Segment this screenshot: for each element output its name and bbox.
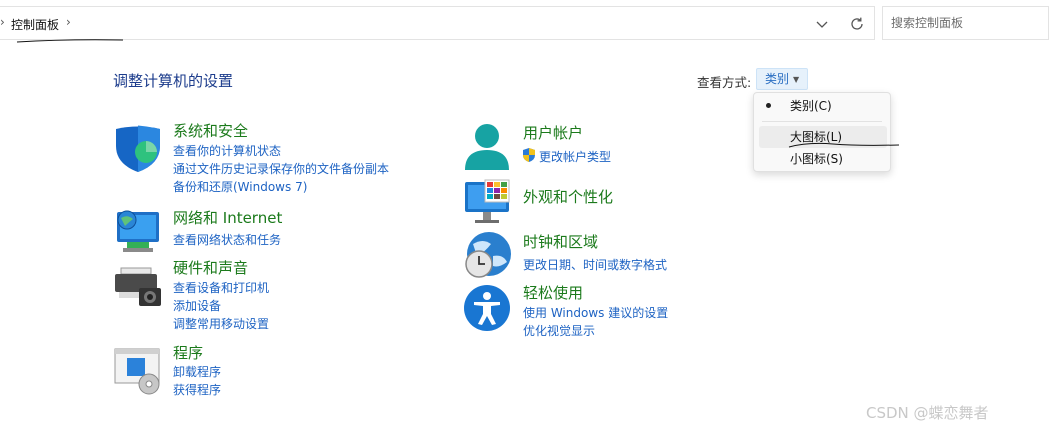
category-clock-region: 时钟和区域 更改日期、时间或数字格式	[463, 230, 783, 280]
refresh-icon[interactable]	[848, 15, 866, 33]
link-optimize-visual-display[interactable]: 优化视觉显示	[523, 322, 595, 339]
link-windows-recommended-settings[interactable]: 使用 Windows 建议的设置	[523, 304, 668, 321]
category-network-internet: 网络和 Internet 查看网络状态和任务	[113, 208, 433, 258]
link-network-status[interactable]: 查看网络状态和任务	[173, 231, 281, 248]
user-icon[interactable]	[463, 122, 513, 172]
category-user-accounts: 用户帐户 更改帐户类型	[463, 122, 783, 172]
page-title: 调整计算机的设置	[113, 72, 234, 90]
printer-camera-icon[interactable]	[113, 262, 163, 312]
uac-shield-icon	[523, 148, 535, 162]
watermark: CSDN @蝶恋舞者	[866, 404, 989, 422]
monitor-palette-icon[interactable]	[463, 178, 513, 228]
category-system-security: 系统和安全 查看你的计算机状态 通过文件历史记录保存你的文件备份副本 备份和还原…	[113, 122, 433, 195]
category-title[interactable]: 网络和 Internet	[173, 207, 282, 228]
breadcrumb-control-panel[interactable]: 控制面板	[11, 16, 59, 33]
chevron-down-icon[interactable]	[814, 16, 830, 32]
category-appearance: 外观和个性化	[463, 178, 783, 223]
category-title[interactable]: 时钟和区域	[523, 231, 598, 252]
link-get-programs[interactable]: 获得程序	[173, 381, 221, 398]
link-devices-printers[interactable]: 查看设备和打印机	[173, 279, 269, 296]
link-add-device[interactable]: 添加设备	[173, 297, 221, 314]
category-ease-of-access: 轻松使用 使用 Windows 建议的设置 优化视觉显示	[463, 284, 783, 340]
link-change-account-type[interactable]: 更改帐户类型	[539, 148, 611, 165]
category-title[interactable]: 硬件和声音	[173, 257, 248, 278]
accessibility-icon[interactable]	[463, 284, 513, 334]
shield-icon[interactable]	[113, 124, 163, 174]
search-box[interactable]	[882, 6, 1049, 40]
category-title[interactable]: 外观和个性化	[523, 186, 613, 207]
breadcrumb-expand-icon[interactable]: ›	[0, 15, 5, 29]
category-programs: 程序 卸载程序 获得程序	[113, 344, 433, 398]
link-mobility-settings[interactable]: 调整常用移动设置	[173, 315, 269, 332]
view-by-dropdown[interactable]: 类别 ▼	[756, 68, 809, 90]
category-title[interactable]: 用户帐户	[523, 122, 583, 143]
category-title[interactable]: 轻松使用	[523, 282, 583, 303]
link-backup-restore[interactable]: 备份和还原(Windows 7)	[173, 178, 307, 195]
view-by-value: 类别	[765, 72, 790, 86]
programs-icon[interactable]	[113, 346, 163, 396]
view-by-label: 查看方式:	[697, 75, 752, 90]
link-view-computer-status[interactable]: 查看你的计算机状态	[173, 142, 281, 159]
link-uninstall-program[interactable]: 卸载程序	[173, 363, 221, 380]
pen-underline-mark	[788, 142, 900, 148]
menu-item-category[interactable]: 类别(C)	[754, 95, 890, 117]
breadcrumb-chevron-icon[interactable]: ›	[66, 15, 71, 29]
network-globe-icon[interactable]	[113, 208, 163, 258]
link-change-date-time-format[interactable]: 更改日期、时间或数字格式	[523, 256, 667, 273]
clock-globe-icon[interactable]	[463, 230, 513, 280]
category-title[interactable]: 程序	[173, 342, 203, 363]
selected-bullet-icon	[766, 103, 771, 108]
link-file-history-backup[interactable]: 通过文件历史记录保存你的文件备份副本	[173, 160, 389, 177]
category-hardware-sound: 硬件和声音 查看设备和打印机 添加设备 调整常用移动设置	[113, 259, 433, 332]
search-input[interactable]	[891, 16, 1041, 30]
category-title[interactable]: 系统和安全	[173, 120, 248, 141]
pen-underline-mark	[16, 39, 124, 43]
caret-down-icon: ▼	[793, 75, 800, 84]
address-bar[interactable]: › 控制面板 ›	[0, 6, 875, 40]
